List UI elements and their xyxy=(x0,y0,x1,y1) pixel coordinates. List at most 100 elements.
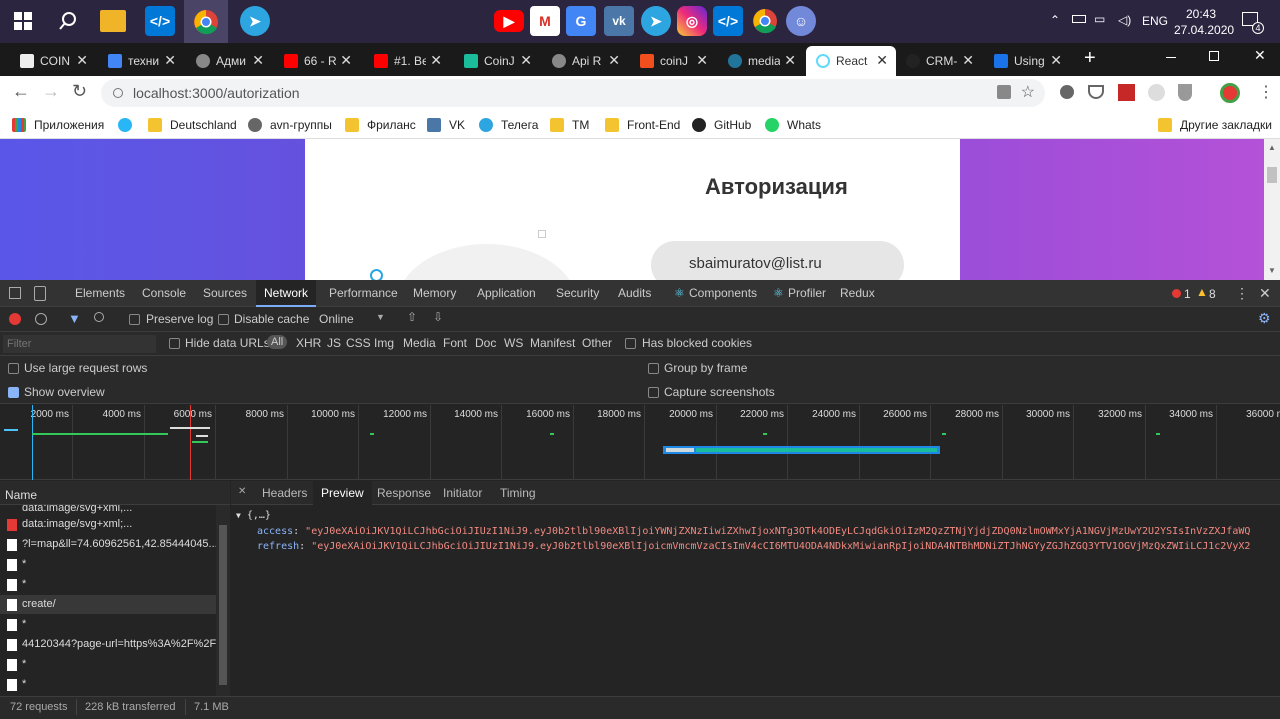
chrome-icon[interactable] xyxy=(184,0,228,43)
tab-youtube-1[interactable]: 66 - R ✕ xyxy=(274,46,360,76)
clock-date[interactable]: 27.04.2020 xyxy=(1174,23,1234,37)
instagram-icon[interactable]: ◎ xyxy=(677,6,707,36)
devtools-menu-icon[interactable]: ⋮ xyxy=(1235,285,1249,302)
filter-type-css[interactable]: CSS xyxy=(346,336,371,350)
request-row[interactable]: ?l=map&ll=74.60962561,42.85444045... xyxy=(0,535,216,554)
battery-icon[interactable] xyxy=(1072,15,1086,23)
inspect-element-icon[interactable] xyxy=(9,287,21,299)
profile-avatar-icon[interactable] xyxy=(1220,83,1240,103)
request-row-selected[interactable]: create/ xyxy=(0,595,216,614)
bookmark-star-icon[interactable]: ☆ xyxy=(1021,79,1035,107)
devtools-tab-redux[interactable]: Redux xyxy=(832,280,883,307)
request-row[interactable]: * xyxy=(0,655,216,674)
extension-grey-icon[interactable] xyxy=(1148,84,1165,101)
clear-icon[interactable] xyxy=(35,313,47,325)
close-icon[interactable]: ✕ xyxy=(340,52,352,69)
close-window-icon[interactable]: ✕ xyxy=(1254,47,1266,64)
new-tab-plus-icon[interactable]: + xyxy=(1084,47,1096,70)
translate-icon[interactable] xyxy=(997,85,1011,99)
youtube-icon[interactable]: ▶ xyxy=(494,10,524,32)
throttling-select[interactable]: Online xyxy=(319,312,354,326)
pocket-icon[interactable] xyxy=(1088,85,1104,99)
import-har-icon[interactable]: ⇧ xyxy=(407,310,417,324)
bookmark-apps[interactable]: Приложения xyxy=(12,110,104,139)
request-row[interactable]: 44120344?page-url=https%3A%2F%2F xyxy=(0,635,216,654)
filter-type-img[interactable]: Img xyxy=(374,336,394,350)
page-scrollbar[interactable]: ▲ ▼ xyxy=(1264,139,1280,280)
tab-docs[interactable]: техни ✕ xyxy=(98,46,184,76)
close-icon[interactable]: ✕ xyxy=(76,52,88,69)
tab-crm[interactable]: CRM- ✕ xyxy=(896,46,982,76)
bookmark-other[interactable]: Другие закладки xyxy=(1158,110,1272,139)
volume-icon[interactable]: ◁) xyxy=(1118,13,1131,27)
devtools-tab-console[interactable]: Console xyxy=(134,280,194,307)
detail-tab-preview[interactable]: Preview xyxy=(313,481,372,505)
detail-tab-timing[interactable]: Timing xyxy=(492,481,544,505)
chrome-menu-icon[interactable]: ⋮ xyxy=(1258,82,1274,102)
shield-icon[interactable] xyxy=(1178,84,1192,101)
discord-icon[interactable]: ☺ xyxy=(786,6,816,36)
tab-coinj[interactable]: CoinJ ✕ xyxy=(454,46,540,76)
google-translate-icon[interactable]: G xyxy=(566,6,596,36)
network-settings-icon[interactable]: ⚙ xyxy=(1258,310,1271,327)
tab-admin[interactable]: Адми ✕ xyxy=(186,46,272,76)
telegram-app-icon[interactable]: ➤ xyxy=(641,6,671,36)
devtools-tab-elements[interactable]: Elements xyxy=(67,280,133,307)
close-icon[interactable]: ✕ xyxy=(520,52,532,69)
request-row[interactable]: * xyxy=(0,615,216,634)
close-devtools-icon[interactable]: ✕ xyxy=(1259,285,1271,302)
filter-type-all[interactable]: All xyxy=(267,335,288,349)
warning-count[interactable]: 8 xyxy=(1209,287,1216,301)
preserve-log-checkbox[interactable] xyxy=(129,314,140,325)
filter-type-font[interactable]: Font xyxy=(443,336,467,350)
bookmark-globe[interactable] xyxy=(118,110,140,139)
file-explorer-icon[interactable] xyxy=(100,10,126,32)
error-count[interactable]: 1 xyxy=(1184,287,1191,301)
forward-arrow-icon[interactable]: → xyxy=(42,81,60,102)
close-icon[interactable]: ✕ xyxy=(962,52,974,69)
chevron-up-icon[interactable]: ⌃ xyxy=(1050,13,1060,27)
bookmark-telega[interactable]: Телега xyxy=(479,110,538,139)
bookmark-avn[interactable]: avn-группы xyxy=(248,110,332,139)
request-list-scrollbar[interactable] xyxy=(216,505,230,696)
devtools-tab-memory[interactable]: Memory xyxy=(405,280,464,307)
filter-input[interactable] xyxy=(3,335,156,353)
filter-type-manifest[interactable]: Manifest xyxy=(530,336,575,350)
devtools-tab-audits[interactable]: Audits xyxy=(610,280,659,307)
devtools-tab-sources[interactable]: Sources xyxy=(195,280,255,307)
vscode-app-icon[interactable]: </> xyxy=(713,6,743,36)
close-icon[interactable]: ✕ xyxy=(164,52,176,69)
url-text[interactable]: localhost:3000/autorization xyxy=(133,85,300,101)
bookmark-tm[interactable]: TM xyxy=(550,110,589,139)
gmail-icon[interactable]: M xyxy=(530,6,560,36)
close-icon[interactable]: ✕ xyxy=(608,52,620,69)
devtools-tab-profiler[interactable]: ⚛ Profiler xyxy=(770,280,834,307)
bookmark-freelance[interactable]: Фриланс xyxy=(345,110,416,139)
tab-coin[interactable]: COIN ✕ xyxy=(10,46,96,76)
search-icon[interactable] xyxy=(94,312,104,322)
close-detail-icon[interactable]: ✕ xyxy=(238,486,246,497)
disable-cache-checkbox[interactable] xyxy=(218,314,229,325)
show-overview-checkbox[interactable] xyxy=(8,387,19,398)
chrome-app-icon[interactable] xyxy=(750,6,780,36)
devtools-tab-security[interactable]: Security xyxy=(548,280,607,307)
bookmark-github[interactable]: GitHub xyxy=(692,110,751,139)
minimize-window-icon[interactable] xyxy=(1166,57,1176,58)
group-by-frame-checkbox[interactable] xyxy=(648,363,659,374)
detail-tab-initiator[interactable]: Initiator xyxy=(435,481,490,505)
restore-window-icon[interactable] xyxy=(1209,51,1219,61)
chevron-down-icon[interactable]: ▼ xyxy=(376,312,385,322)
tab-api[interactable]: Api R ✕ xyxy=(542,46,628,76)
close-icon[interactable]: ✕ xyxy=(252,52,264,69)
tab-wordpress[interactable]: media ✕ xyxy=(718,46,804,76)
extension-red-icon[interactable] xyxy=(1118,84,1135,101)
devtools-tab-network[interactable]: Network xyxy=(256,280,317,307)
devtools-tab-performance[interactable]: Performance xyxy=(321,280,406,307)
tab-react-active[interactable]: React ✕ xyxy=(806,46,896,76)
capture-screenshots-checkbox[interactable] xyxy=(648,387,659,398)
bookmark-whatsapp[interactable]: Whats xyxy=(765,110,821,139)
address-bar[interactable]: localhost:3000/autorization ☆ xyxy=(101,79,1045,107)
device-toolbar-icon[interactable] xyxy=(34,286,46,301)
json-root[interactable]: ▼ {,…} xyxy=(236,510,271,521)
detail-tab-headers[interactable]: Headers xyxy=(254,481,315,505)
